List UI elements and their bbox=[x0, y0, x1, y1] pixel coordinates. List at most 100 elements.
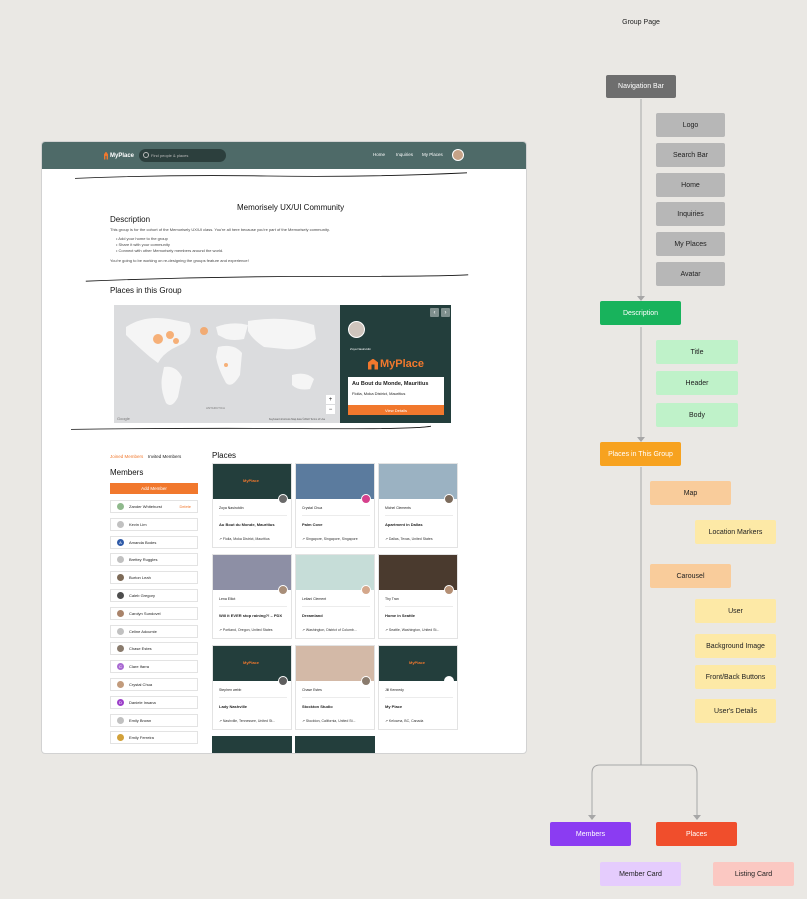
svg-text:ANTARCTICA: ANTARCTICA bbox=[206, 406, 225, 410]
listing-location: ↗ Dallas, Texas, United States bbox=[385, 537, 433, 541]
listing-divider bbox=[219, 697, 287, 698]
tab-joined-members[interactable]: Joined Members bbox=[110, 454, 143, 459]
flow-node-front-back-buttons[interactable]: Front/Back Buttons bbox=[695, 665, 776, 689]
member-name: Emily Brown bbox=[129, 717, 152, 723]
member-card[interactable]: Zander Whitehurst Delete bbox=[110, 500, 198, 513]
listing-card[interactable]: Lena Elliot Will it EVER stop raining?! –… bbox=[212, 554, 292, 639]
listing-card-partial[interactable] bbox=[212, 736, 292, 753]
member-avatar bbox=[117, 716, 124, 724]
listing-card[interactable]: MyPlace Zoya Nasirutdin Au Bout du Monde, … bbox=[212, 463, 292, 548]
mockup-navbar: MyPlace Find people & places Home Inquir… bbox=[42, 142, 526, 169]
carousel-next-button[interactable]: › bbox=[441, 308, 450, 317]
flow-node-navigation-bar[interactable]: Navigation Bar bbox=[606, 75, 676, 98]
flow-node-carousel[interactable]: Carousel bbox=[650, 564, 731, 588]
flow-node-users-details[interactable]: User's Details bbox=[695, 699, 776, 723]
member-delete-button[interactable]: Delete bbox=[179, 504, 191, 509]
mockup-logo[interactable]: MyPlace bbox=[104, 150, 134, 161]
divider-scribble bbox=[70, 425, 432, 430]
group-page-mockup: MyPlace Find people & places Home Inquir… bbox=[41, 141, 527, 754]
listing-card[interactable]: MyPlace Stephen webb Lady Nashville ↗ Nashv… bbox=[212, 645, 292, 730]
flow-node-location-markers[interactable]: Location Markers bbox=[695, 520, 776, 544]
member-card[interactable]: A Amanda Bodes bbox=[110, 535, 198, 549]
flow-node-inquiries[interactable]: Inquiries bbox=[656, 202, 725, 226]
member-card[interactable]: Kevin Lim bbox=[110, 517, 198, 531]
community-title: Memorisely UX/UI Community bbox=[237, 203, 345, 212]
member-name: Carolyn Sundovel bbox=[129, 610, 161, 616]
member-avatar bbox=[117, 645, 124, 653]
member-card[interactable]: Chase Estes bbox=[110, 642, 198, 656]
flow-node-avatar[interactable]: Avatar bbox=[656, 262, 725, 286]
member-card[interactable]: Caleb Gregory bbox=[110, 589, 198, 602]
member-card[interactable]: Carolyn Sundovel bbox=[110, 606, 198, 620]
flow-node-members[interactable]: Members bbox=[550, 822, 631, 846]
nav-avatar[interactable] bbox=[452, 149, 464, 161]
flow-node-logo[interactable]: Logo bbox=[656, 113, 725, 137]
listing-user-avatar bbox=[278, 585, 288, 595]
map-footer: Keyboard shortcuts Map data ©2022 Terms … bbox=[269, 418, 326, 421]
listing-card[interactable]: Chase Estes Stockton Studio ↗ Stockton, Ca… bbox=[295, 645, 375, 730]
listing-location: ↗ Seattle, Washington, United St... bbox=[385, 628, 440, 632]
listing-user-avatar bbox=[361, 585, 371, 595]
carousel-view-details-button[interactable]: View Details bbox=[348, 405, 444, 415]
listing-user-name: Lena Elliot bbox=[219, 597, 236, 601]
flow-node-user[interactable]: User bbox=[695, 599, 776, 623]
search-icon bbox=[143, 152, 149, 158]
nav-my-places[interactable]: My Places bbox=[422, 152, 443, 157]
listing-user-avatar bbox=[444, 585, 454, 595]
logo-text: MyPlace bbox=[109, 152, 134, 159]
member-card[interactable]: Celine Adcumie bbox=[110, 624, 198, 638]
flow-node-places[interactable]: Places bbox=[656, 822, 737, 846]
listing-card[interactable]: Crystal Chua Palm Cove ↗ Singapore, Singap… bbox=[295, 463, 375, 548]
flow-root-label: Group Page bbox=[622, 18, 660, 26]
carousel-prev-button[interactable]: ‹ bbox=[430, 308, 439, 317]
flow-node-places-in-this-group[interactable]: Places in This Group bbox=[600, 442, 681, 466]
listing-title: Apartment in Dallas bbox=[385, 522, 423, 527]
listing-user-avatar bbox=[278, 676, 288, 686]
nav-home[interactable]: Home bbox=[373, 152, 385, 157]
tab-invited-members[interactable]: Invited Members bbox=[148, 454, 181, 459]
flow-node-header[interactable]: Header bbox=[656, 371, 738, 395]
mockup-search-input[interactable]: Find people & places bbox=[139, 149, 226, 162]
map-zoom-in[interactable]: + bbox=[326, 395, 335, 404]
flow-node-my-places[interactable]: My Places bbox=[656, 232, 725, 256]
flow-node-title[interactable]: Title bbox=[656, 340, 738, 364]
member-name: Crystal Chua bbox=[129, 682, 153, 687]
flow-node-listing-card[interactable]: Listing Card bbox=[713, 862, 794, 886]
listing-card-partial[interactable] bbox=[295, 736, 375, 753]
flow-node-background-image[interactable]: Background Image bbox=[695, 634, 776, 658]
member-card[interactable]: Brettey Ruggles bbox=[110, 553, 198, 567]
flow-node-member-card[interactable]: Member Card bbox=[600, 862, 681, 886]
listing-card[interactable]: Leilani Clement Dreamland ↗ Washington, Di… bbox=[295, 554, 375, 639]
member-card[interactable]: Burton Leah bbox=[110, 571, 198, 585]
listing-title: Lady Nashville bbox=[219, 704, 248, 709]
flow-node-home[interactable]: Home bbox=[656, 173, 725, 197]
members-header: Members bbox=[110, 468, 144, 477]
nav-inquiries[interactable]: Inquiries bbox=[396, 152, 413, 157]
listing-card[interactable]: MyPlace Jill Kennedy My Place ↗ Kelowna, BC… bbox=[378, 645, 458, 730]
add-member-button[interactable]: Add Member bbox=[110, 483, 198, 494]
member-card[interactable]: Emily Ferreira bbox=[110, 731, 198, 745]
flow-node-body[interactable]: Body bbox=[656, 403, 738, 427]
flow-node-description[interactable]: Description bbox=[600, 301, 681, 325]
search-placeholder: Find people & places bbox=[151, 153, 189, 158]
member-card[interactable]: C Clare Ifarra bbox=[110, 660, 198, 674]
flow-node-map[interactable]: Map bbox=[650, 481, 731, 505]
member-card[interactable]: Crystal Chua bbox=[110, 678, 198, 691]
places-map[interactable]: ANTARCTICA Google Keyboard shortcuts Map… bbox=[114, 305, 340, 423]
member-card[interactable]: Emily Brown bbox=[110, 713, 198, 727]
flow-node-search-bar[interactable]: Search Bar bbox=[656, 143, 725, 167]
member-name: Daniele Insana bbox=[129, 699, 156, 705]
listing-location: ↗ Flolia, Moka District, Mauritius bbox=[219, 537, 270, 541]
listing-card[interactable]: Michel Clements Apartment in Dallas ↗ Dall… bbox=[378, 463, 458, 548]
places-carousel[interactable]: ‹ › Zoya Nasirutdin MyPlace Au Bout du M… bbox=[340, 305, 451, 423]
listing-card[interactable]: Thy Tran Home in Seattle ↗ Seattle, Washin… bbox=[378, 554, 458, 639]
listing-divider bbox=[302, 697, 370, 698]
map-zoom-out[interactable]: − bbox=[326, 405, 335, 414]
listing-user-name: Chase Estes bbox=[302, 688, 322, 692]
carousel-user-avatar bbox=[348, 321, 365, 338]
member-avatar: A bbox=[117, 538, 124, 546]
member-card[interactable]: D Daniele Insana bbox=[110, 695, 198, 709]
member-avatar bbox=[117, 609, 124, 617]
member-name: Chase Estes bbox=[129, 646, 152, 652]
listing-title: Home in Seattle bbox=[385, 613, 416, 618]
